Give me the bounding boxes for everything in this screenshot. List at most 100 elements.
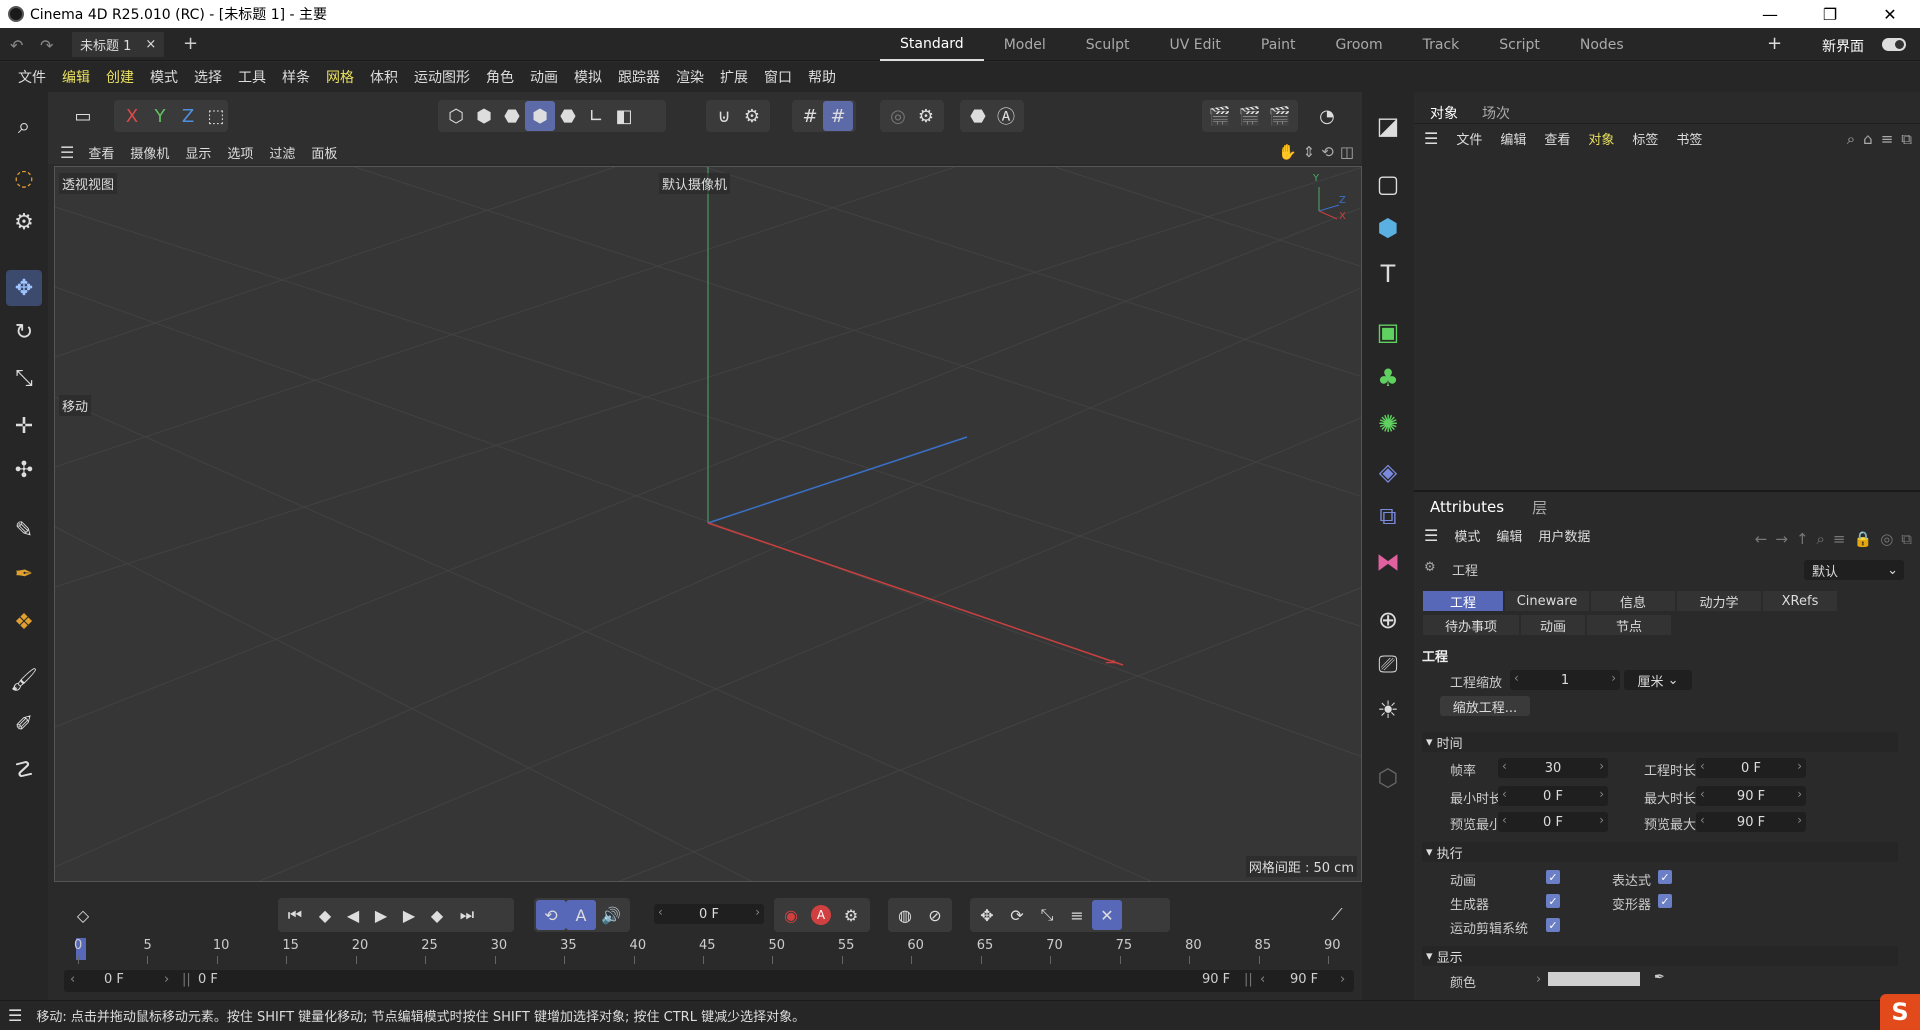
coordinate-system-icon[interactable]: ⬚ bbox=[201, 101, 231, 131]
attr-filter-icon[interactable]: ≡ bbox=[1833, 530, 1846, 548]
next-frame-icon[interactable]: ▶ bbox=[394, 900, 424, 930]
fps-field[interactable]: ‹ 30 › bbox=[1498, 758, 1608, 778]
key-scale-icon[interactable]: ⤡ bbox=[1032, 900, 1062, 930]
pan-view-icon[interactable]: ✋ bbox=[1278, 143, 1297, 161]
camera-icon[interactable]: ⎚ bbox=[1370, 646, 1406, 682]
new-ui-toggle[interactable] bbox=[1882, 38, 1906, 51]
tweak-icon[interactable]: ⚙ bbox=[6, 204, 42, 240]
om-filter-icon[interactable]: ≡ bbox=[1881, 130, 1894, 148]
interactive-render-icon[interactable]: ◔ bbox=[1312, 101, 1342, 131]
section-display[interactable]: ▾ 显示 bbox=[1422, 946, 1898, 966]
motion-record-icon[interactable]: ◍ bbox=[890, 900, 920, 930]
spline-rectangle-icon[interactable]: ▢ bbox=[1370, 166, 1406, 202]
attributes-menu-icon[interactable]: ☰ bbox=[1424, 526, 1438, 545]
menu-spline[interactable]: 样条 bbox=[274, 67, 318, 87]
attr-menu-edit[interactable]: 编辑 bbox=[1496, 526, 1522, 545]
viewport-menu-panel[interactable]: 面板 bbox=[311, 143, 337, 162]
viewport-menu-icon[interactable]: ☰ bbox=[60, 143, 74, 162]
menu-character[interactable]: 角色 bbox=[478, 67, 522, 87]
exec-generator-checkbox[interactable]: ✓ bbox=[1546, 894, 1560, 908]
knife-icon[interactable]: ✐ bbox=[6, 706, 42, 742]
record-icon[interactable]: ◉ bbox=[776, 900, 806, 930]
pen-tool-icon[interactable]: ✒ bbox=[6, 556, 42, 592]
add-layout-button[interactable]: + bbox=[1767, 33, 1782, 54]
scale-project-button[interactable]: 缩放工程... bbox=[1440, 696, 1530, 716]
color-picker-icon[interactable]: ✒ bbox=[1654, 970, 1665, 985]
solo-icon[interactable]: ◎ bbox=[883, 101, 913, 131]
layout-tab-standard[interactable]: Standard bbox=[880, 28, 984, 61]
text-icon[interactable]: T bbox=[1370, 256, 1406, 292]
edge-mode-icon[interactable]: ⬣ bbox=[497, 101, 527, 131]
viewport-menu-camera[interactable]: 摄像机 bbox=[130, 143, 169, 162]
motion-settings-icon[interactable]: ⊘ bbox=[920, 900, 950, 930]
rotate-tool-icon[interactable]: ↻ bbox=[6, 314, 42, 350]
keyframe-icon[interactable]: ◇ bbox=[68, 900, 98, 930]
layout-tab-track[interactable]: Track bbox=[1403, 28, 1480, 61]
axis-mode-icon[interactable]: ∟ bbox=[581, 101, 611, 131]
transform-tool-icon[interactable]: ✛ bbox=[6, 408, 42, 444]
menu-file[interactable]: 文件 bbox=[10, 67, 54, 87]
min-time-field[interactable]: ‹ 0 F › bbox=[1498, 786, 1608, 806]
om-menu-view[interactable]: 查看 bbox=[1544, 129, 1570, 148]
subtab-animation[interactable]: 动画 bbox=[1520, 614, 1586, 636]
menu-create[interactable]: 创建 bbox=[98, 67, 142, 87]
keyframe-settings-icon[interactable]: ⚙ bbox=[836, 900, 866, 930]
timeline-graph-icon[interactable]: ⟋ bbox=[1322, 900, 1352, 930]
uv-mode-icon[interactable]: ⬣ bbox=[553, 101, 583, 131]
volume-icon[interactable]: ⧉ bbox=[1370, 498, 1406, 534]
subtab-xrefs[interactable]: XRefs bbox=[1762, 590, 1838, 612]
render-view-icon[interactable]: 🎬 bbox=[1205, 101, 1235, 131]
attr-forward-icon[interactable]: → bbox=[1775, 530, 1788, 548]
texture-mode-icon[interactable]: ◧ bbox=[609, 101, 639, 131]
scale-tool-icon[interactable]: ⤡ bbox=[6, 360, 42, 396]
menu-tools[interactable]: 工具 bbox=[230, 67, 274, 87]
om-menu-file[interactable]: 文件 bbox=[1456, 129, 1482, 148]
key-pla-icon[interactable]: ✕ bbox=[1092, 900, 1122, 930]
perspective-viewport[interactable]: ⇀ 透视视图 默认摄像机 移动 网格间距 : 50 cm Y Z X bbox=[54, 166, 1362, 882]
subtab-info[interactable]: 信息 bbox=[1590, 590, 1676, 612]
axis-z-button[interactable]: Z bbox=[173, 101, 203, 131]
render-settings-icon[interactable]: 🎬 bbox=[1265, 101, 1295, 131]
tab-attributes[interactable]: Attributes bbox=[1430, 498, 1504, 516]
menu-mograph[interactable]: 运动图形 bbox=[406, 67, 478, 87]
tag-icon[interactable]: ⬡ bbox=[1370, 760, 1406, 796]
viewport-menu-filter[interactable]: 过滤 bbox=[269, 143, 295, 162]
render-picture-viewer-icon[interactable]: 🎬 bbox=[1235, 101, 1265, 131]
om-menu-bookmarks[interactable]: 书签 bbox=[1676, 129, 1702, 148]
preview-min-field[interactable]: ‹ 0 F › bbox=[1498, 812, 1608, 832]
workplane-icon[interactable]: # bbox=[823, 101, 853, 131]
om-menu-tags[interactable]: 标签 bbox=[1632, 129, 1658, 148]
layout-tab-sculpt[interactable]: Sculpt bbox=[1066, 28, 1150, 61]
close-button[interactable]: ✕ bbox=[1860, 0, 1920, 28]
subtab-project[interactable]: 工程 bbox=[1422, 590, 1504, 612]
viewport-menu-options[interactable]: 选项 bbox=[227, 143, 253, 162]
project-scale-unit-dropdown[interactable]: 厘米 ⌄ bbox=[1624, 670, 1692, 690]
current-frame-field[interactable]: ‹ 0 F › bbox=[654, 904, 764, 924]
polygon-pen-icon[interactable]: ❖ bbox=[6, 604, 42, 640]
om-new-window-icon[interactable]: ⧉ bbox=[1901, 130, 1912, 148]
maximize-button[interactable]: ❐ bbox=[1800, 0, 1860, 28]
snap-settings-icon[interactable]: ⚙ bbox=[737, 101, 767, 131]
tab-layers[interactable]: 层 bbox=[1532, 497, 1547, 518]
point-mode-icon[interactable]: ⬢ bbox=[469, 101, 499, 131]
color-swatch[interactable] bbox=[1548, 972, 1640, 986]
menu-extensions[interactable]: 扩展 bbox=[712, 67, 756, 87]
null-object-icon[interactable]: ◪ bbox=[1370, 108, 1406, 144]
subdivision-surface-icon[interactable]: ▣ bbox=[1370, 314, 1406, 350]
go-to-start-icon[interactable]: ⏮ bbox=[280, 900, 310, 930]
layout-tab-groom[interactable]: Groom bbox=[1316, 28, 1403, 61]
previous-key-icon[interactable]: ◆ bbox=[310, 900, 340, 930]
preview-max-field[interactable]: ‹ 90 F › bbox=[1696, 812, 1806, 832]
sculpt-icon[interactable]: ☡ bbox=[6, 752, 42, 788]
subtab-todo[interactable]: 待办事项 bbox=[1422, 614, 1520, 636]
environment-icon[interactable]: ⊕ bbox=[1370, 602, 1406, 638]
live-select-icon[interactable]: ◌ bbox=[6, 160, 42, 196]
section-time[interactable]: ▾ 时间 bbox=[1422, 732, 1898, 752]
add-document-button[interactable]: + bbox=[183, 33, 198, 54]
exec-motion-checkbox[interactable]: ✓ bbox=[1546, 918, 1560, 932]
ambient-occlusion-icon[interactable]: Ⓐ bbox=[991, 101, 1021, 131]
solo-settings-icon[interactable]: ⚙ bbox=[911, 101, 941, 131]
project-scale-field[interactable]: ‹ 1 › bbox=[1510, 670, 1620, 690]
polygon-mode-icon[interactable]: ⬢ bbox=[525, 101, 555, 131]
menu-render[interactable]: 渲染 bbox=[668, 67, 712, 87]
